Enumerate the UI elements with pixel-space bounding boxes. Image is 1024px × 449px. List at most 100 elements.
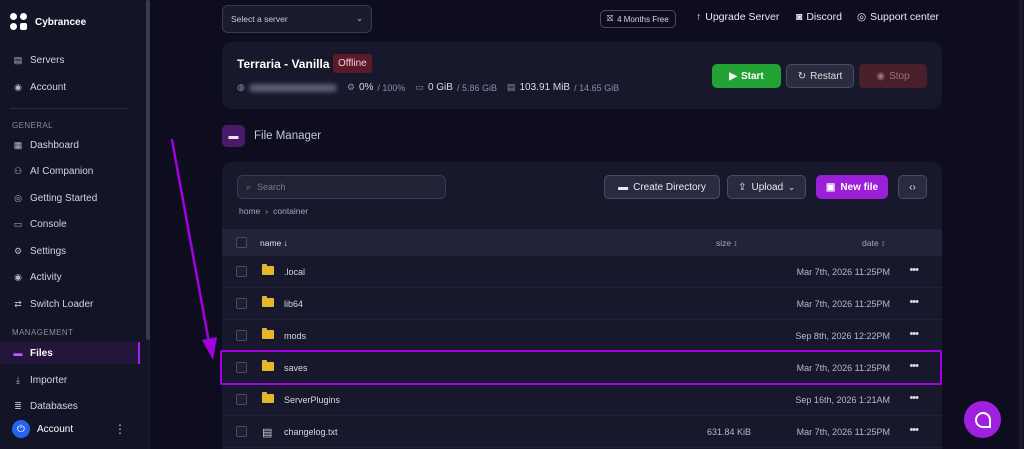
account-icon: ◉	[14, 81, 22, 92]
months-free-badge[interactable]: ⛝ 4 Months Free	[600, 10, 676, 28]
more-options-icon[interactable]: •••	[909, 264, 919, 276]
sidebar-item-console[interactable]: ▭ Console	[0, 213, 140, 235]
brand-logo-icon	[10, 13, 28, 31]
globe-icon: ◎	[857, 11, 867, 23]
sidebar-item-databases[interactable]: ≣ Databases	[0, 396, 140, 411]
upload-label: Upload	[751, 181, 784, 193]
file-name[interactable]: mods	[284, 331, 306, 341]
page-title: File Manager	[254, 130, 322, 142]
create-directory-button[interactable]: ▬ Create Directory	[604, 175, 720, 199]
table-row[interactable]: mods Sep 8th, 2026 12:22PM •••	[222, 320, 942, 352]
table-row[interactable]: .local Mar 7th, 2026 11:25PM •••	[222, 256, 942, 288]
column-name[interactable]: name ↓	[260, 238, 288, 248]
memory-value: 0 GiB	[427, 82, 453, 93]
breadcrumb-home[interactable]: home	[239, 206, 260, 216]
brand-name: Cybrancee	[35, 16, 87, 28]
row-checkbox[interactable]	[236, 330, 247, 341]
stop-icon: ◉	[876, 70, 886, 82]
upload-button[interactable]: ⇪ Upload ⌄	[727, 175, 806, 199]
sidebar-item-activity[interactable]: ◉ Activity	[0, 266, 140, 288]
sidebar-item-getting-started[interactable]: ◎ Getting Started	[0, 187, 140, 209]
file-date: Mar 7th, 2026 11:25PM	[796, 427, 890, 437]
row-checkbox[interactable]	[236, 298, 247, 309]
row-checkbox[interactable]	[236, 426, 247, 437]
column-date[interactable]: date ↕	[862, 238, 885, 248]
topbar: Select a server ⌄ ⛝ 4 Months Free ↑ Upgr…	[222, 5, 942, 33]
gift-icon: ⛝	[607, 14, 614, 23]
folder-icon	[262, 296, 274, 310]
file-manager-card: ⌕ Search home › container ▬ Create Direc…	[222, 162, 942, 449]
sidebar-item-label: Activity	[30, 271, 62, 283]
sidebar-item-files[interactable]: ▬ Files	[0, 342, 140, 364]
chevron-down-icon: ⌄	[788, 182, 795, 192]
sidebar-item-label: AI Companion	[30, 165, 94, 177]
sidebar-item-servers[interactable]: ▤ Servers	[0, 49, 140, 71]
select-all-checkbox[interactable]	[236, 237, 247, 248]
support-center-link[interactable]: ◎ Support center	[857, 11, 939, 23]
row-checkbox[interactable]	[236, 266, 247, 277]
file-date: Mar 7th, 2026 11:25PM	[796, 267, 890, 277]
file-name[interactable]: ServerPlugins	[284, 395, 340, 405]
sidebar: Cybrancee ▤ Servers ◉ Account GENERAL ▦ …	[0, 0, 150, 449]
sidebar-footer-account[interactable]: ⏻ Account ⋮	[0, 409, 140, 449]
upgrade-server-link[interactable]: ↑ Upgrade Server	[696, 11, 779, 23]
search-input[interactable]: ⌕ Search	[237, 175, 446, 199]
sidebar-item-label: Servers	[30, 54, 65, 66]
table-row[interactable]: ▤ changelog.txt 631.84 KiB Mar 7th, 2026…	[222, 416, 942, 448]
gear-icon: ⚙	[13, 245, 23, 256]
download-icon: ⤓	[16, 374, 20, 385]
row-checkbox[interactable]	[236, 394, 247, 405]
kebab-menu-icon[interactable]: ⋮	[114, 422, 126, 436]
restart-label: Restart	[810, 70, 843, 82]
sidebar-item-label: Getting Started	[30, 192, 98, 204]
sidebar-item-importer[interactable]: ⤓ Importer	[0, 369, 140, 391]
table-row[interactable]: ServerPlugins Sep 16th, 2026 1:21AM •••	[222, 384, 942, 416]
chevron-down-icon: ⌄	[356, 14, 363, 23]
sidebar-item-switch-loader[interactable]: ⇄ Switch Loader	[0, 293, 140, 315]
sidebar-scrollbar[interactable]	[146, 0, 150, 340]
stop-label: Stop	[889, 70, 910, 82]
sidebar-item-dashboard[interactable]: ▦ Dashboard	[0, 134, 140, 156]
account-label: Account	[37, 423, 74, 435]
column-size[interactable]: size ↕	[716, 238, 738, 248]
sidebar-item-account[interactable]: ◉ Account	[0, 76, 140, 98]
status-badge: Offline	[333, 54, 372, 73]
file-size: 631.84 KiB	[706, 427, 751, 437]
globe-icon: ◍	[237, 82, 245, 92]
discord-link[interactable]: ◙ Discord	[796, 11, 842, 23]
chat-button[interactable]	[964, 401, 1001, 438]
disk-limit: / 14.65 GiB	[574, 82, 620, 93]
play-icon: ▶	[729, 70, 737, 82]
more-options-icon[interactable]: •••	[909, 296, 919, 308]
start-button[interactable]: ▶ Start	[712, 64, 781, 88]
support-center-label: Support center	[870, 11, 940, 23]
file-name[interactable]: changelog.txt	[284, 427, 338, 437]
page-scrollbar[interactable]	[1019, 0, 1023, 449]
new-file-button[interactable]: ▣ New file	[816, 175, 888, 199]
breadcrumb: home › container	[239, 206, 308, 216]
file-name[interactable]: .local	[284, 267, 305, 277]
code-button[interactable]: ‹›	[898, 175, 927, 199]
brand[interactable]: Cybrancee	[10, 13, 86, 31]
folder-icon	[262, 328, 274, 342]
upload-icon: ⇪	[738, 181, 747, 193]
memory-icon: ▭	[415, 82, 424, 92]
discord-icon: ◙	[796, 11, 803, 23]
ip-stat: ◍	[237, 82, 337, 93]
more-options-icon[interactable]: •••	[909, 392, 919, 404]
file-name[interactable]: lib64	[284, 299, 303, 309]
sidebar-item-settings[interactable]: ⚙ Settings	[0, 240, 140, 262]
server-select[interactable]: Select a server ⌄	[222, 5, 372, 33]
months-free-label: 4 Months Free	[617, 14, 669, 24]
table-row[interactable]: lib64 Mar 7th, 2026 11:25PM •••	[222, 288, 942, 320]
globe-icon: ◎	[14, 192, 22, 203]
breadcrumb-container[interactable]: container	[273, 206, 308, 216]
more-options-icon[interactable]: •••	[909, 424, 919, 436]
file-date: Sep 8th, 2026 12:22PM	[795, 331, 890, 341]
restart-button[interactable]: ↻ Restart	[786, 64, 854, 88]
memory-limit: / 5.86 GiB	[456, 82, 497, 93]
stop-button[interactable]: ◉ Stop	[859, 64, 927, 88]
search-icon: ⌕	[246, 181, 252, 192]
more-options-icon[interactable]: •••	[909, 328, 919, 340]
sidebar-item-ai-companion[interactable]: ⚇ AI Companion	[0, 160, 140, 182]
